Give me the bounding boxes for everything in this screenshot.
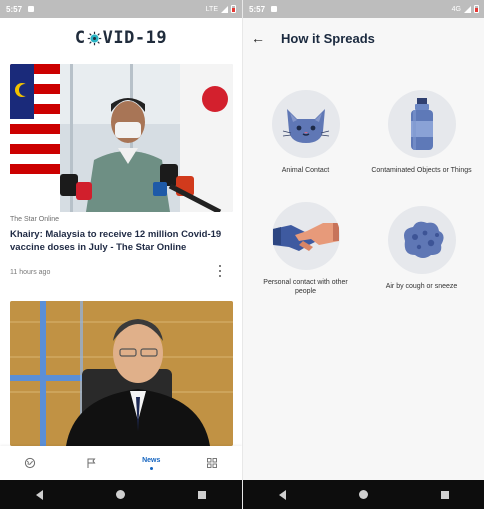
globe-icon: [25, 457, 36, 469]
spread-item-personal: Personal contact with other people: [248, 202, 363, 296]
cat-icon: [271, 90, 340, 158]
notification-icon: [28, 6, 35, 12]
home-icon[interactable]: [358, 490, 368, 499]
signal-icon: [464, 5, 471, 13]
nav-flag[interactable]: [61, 446, 122, 480]
spread-item-animal: Animal Contact: [248, 90, 363, 175]
system-nav-bar: [243, 480, 484, 509]
recents-icon[interactable]: [197, 490, 206, 499]
flag-icon: [87, 458, 96, 468]
home-icon[interactable]: [115, 490, 125, 499]
back-icon[interactable]: [36, 489, 44, 500]
nav-globe[interactable]: [0, 446, 61, 480]
status-time: 5:57: [249, 4, 266, 14]
article-source: The Star Online: [10, 216, 60, 223]
spread-item-label: Air by cough or sneeze: [385, 283, 458, 290]
active-indicator: [149, 466, 153, 470]
spread-item-label: Contaminated Objects or Things: [371, 167, 472, 174]
nav-news[interactable]: News: [121, 446, 182, 480]
grid-icon: [206, 458, 217, 468]
recents-icon[interactable]: [440, 490, 449, 499]
spread-item-label: Personal contact with other people: [263, 279, 348, 295]
article-image[interactable]: [10, 64, 233, 212]
page-header: ← How it Spreads: [243, 18, 484, 58]
logo-text-start: C: [74, 28, 86, 48]
news-screen: 5:57 LTE C VID-19 The Star Online Khairy…: [0, 0, 242, 509]
system-nav-bar: [0, 480, 242, 509]
spread-item-label: Animal Contact: [281, 167, 330, 174]
back-arrow-icon[interactable]: ←: [243, 30, 273, 46]
nav-news-label: News: [142, 456, 161, 464]
article-headline[interactable]: Khairy: Malaysia to receive 12 million C…: [10, 228, 232, 254]
status-bar: 5:57 4G: [243, 0, 484, 18]
virus-icon: [87, 31, 101, 45]
spread-item-air: Air by cough or sneeze: [364, 206, 479, 291]
back-icon[interactable]: [279, 489, 287, 500]
nav-grid[interactable]: [182, 446, 243, 480]
notification-icon: [271, 6, 278, 12]
battery-icon: [231, 5, 236, 13]
battery-icon: [474, 5, 479, 13]
news-feed[interactable]: The Star Online Khairy: Malaysia to rece…: [0, 58, 242, 446]
page-title: How it Spreads: [281, 30, 375, 46]
virus-cloud-icon: [387, 206, 456, 274]
handshake-icon: [271, 202, 340, 270]
how-it-spreads-screen: 5:57 4G ← How it Spreads Animal Contact …: [242, 0, 484, 509]
app-header: C VID-19: [0, 18, 242, 58]
status-bar: 5:57 LTE: [0, 0, 242, 18]
bottom-nav: News: [0, 446, 242, 480]
app-logo: C VID-19: [75, 28, 167, 48]
logo-text-end: VID-19: [102, 28, 168, 48]
signal-icon: [221, 5, 228, 13]
bottle-icon: [387, 90, 456, 158]
status-time: 5:57: [6, 4, 23, 14]
more-options-icon[interactable]: [216, 264, 224, 278]
spread-item-objects: Contaminated Objects or Things: [364, 90, 479, 175]
network-label: 4G: [451, 5, 461, 13]
network-label: LTE: [205, 5, 218, 13]
article-time: 11 hours ago: [10, 269, 51, 276]
article-image-2[interactable]: [10, 301, 233, 446]
